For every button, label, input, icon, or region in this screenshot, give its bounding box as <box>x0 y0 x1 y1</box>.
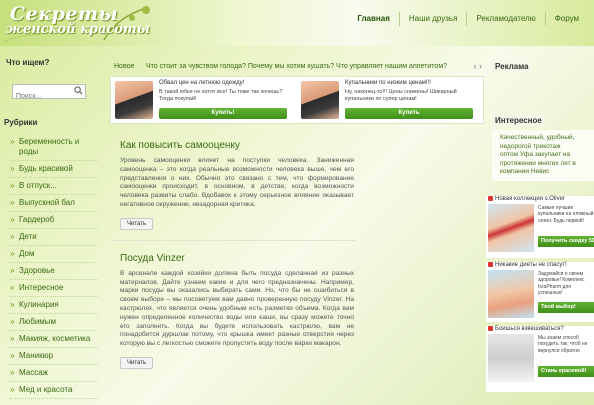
header: Секреты женской красоты Главная Наши дру… <box>0 0 594 46</box>
main-nav: Главная Наши друзья Рекламодателю Форум <box>348 12 588 26</box>
teaser-badge-icon <box>488 326 493 331</box>
buy-button[interactable]: Купить! <box>159 108 287 119</box>
rubric-item[interactable]: В отпуск... <box>10 178 98 195</box>
ad-space <box>492 74 594 110</box>
news-ticker: Новое Что стоит за чувством голода? Поче… <box>110 60 482 74</box>
ticker-link[interactable]: Что стоит за чувством голода? Почему мы … <box>146 63 447 70</box>
teaser-desc: Самые лучшие купальники на пляжный сезон… <box>538 205 594 224</box>
teaser-block[interactable]: Новая коллекция s.Oliver Самые лучшие ку… <box>486 196 594 258</box>
read-more-button[interactable]: Читать <box>120 356 154 369</box>
rubrics-heading: Рубрики <box>4 118 38 127</box>
ad-bar: Обвал цен на летнюю одежду! В такой юбке… <box>110 76 484 124</box>
rubric-item[interactable]: Любимым <box>10 314 98 331</box>
buy-button[interactable]: Купить <box>345 108 473 119</box>
right-sidebar: Реклама Интересное Качественный, удобный… <box>492 56 594 181</box>
search-label: Что ищем? <box>6 58 50 67</box>
teaser-image[interactable] <box>488 204 534 252</box>
nav-forum[interactable]: Форум <box>544 12 588 26</box>
teaser-title-text[interactable]: Новая коллекция s.Oliver <box>495 196 565 202</box>
logo-line2: женской красоты <box>6 22 150 37</box>
ad-image[interactable] <box>115 81 153 119</box>
rubric-item[interactable]: Будь красивой <box>10 161 98 178</box>
rubric-item[interactable]: Массаж <box>10 365 98 382</box>
rubric-item[interactable]: Беременность и роды <box>10 134 98 161</box>
site-logo[interactable]: Секреты женской красоты <box>4 2 154 44</box>
ad-desc: В такой юбке не хотят все! Ты тоже так х… <box>159 89 283 102</box>
teaser-button[interactable]: Стань красивой! <box>538 366 594 377</box>
rubric-item[interactable]: Дети <box>10 229 98 246</box>
rubrics-list: Беременность и роды Будь красивой В отпу… <box>10 134 98 399</box>
rubric-item[interactable]: Дом <box>10 246 98 263</box>
teaser-desc: Задумайся о своем здоровье! Комплекс Isr… <box>538 271 585 297</box>
teaser-block[interactable]: Боишься взвешиваться? Мы знаем способ по… <box>486 326 594 392</box>
post-divider <box>110 239 356 241</box>
rubric-item[interactable]: Интересное <box>10 280 98 297</box>
rubric-item[interactable]: Выпускной бал <box>10 195 98 212</box>
ticker-arrows-icon[interactable]: ‹ › <box>474 61 483 71</box>
ticker-new-label: Новое <box>114 63 135 70</box>
search-box <box>12 84 86 103</box>
ad-block[interactable]: Купальники по низким ценам!!! Ну, наконе… <box>297 77 480 123</box>
post-title[interactable]: Посуда Vinzer <box>120 253 356 264</box>
rubric-item[interactable]: Макияж, косметика <box>10 331 98 348</box>
teaser-image[interactable] <box>488 334 534 382</box>
post-text: Уровень самооценки влияет на поступки че… <box>120 157 354 208</box>
teaser-title[interactable]: Боишься взвешиваться? <box>488 326 564 332</box>
ad-image[interactable] <box>301 81 339 119</box>
post-title[interactable]: Как повысить самооценку <box>120 140 356 151</box>
nav-home[interactable]: Главная <box>348 12 399 26</box>
rubric-item[interactable]: Маникюр <box>10 348 98 365</box>
interesting-box: Качественный, удобный, недорогой трикота… <box>492 130 594 181</box>
ad-title[interactable]: Купальники по низким ценам!!! <box>345 80 431 86</box>
teaser-image[interactable] <box>488 270 534 318</box>
read-more-button[interactable]: Читать <box>120 217 154 230</box>
teaser-badge-icon <box>488 196 493 201</box>
teaser-button[interactable]: Получить скидку 50 <box>538 236 594 247</box>
teaser-block[interactable]: Никакие диеты не спасут! Задумайся о сво… <box>486 262 594 322</box>
rubric-item[interactable]: Гардероб <box>10 212 98 229</box>
rubric-item[interactable]: Здоровье <box>10 263 98 280</box>
teaser-title-text[interactable]: Никакие диеты не спасут! <box>495 262 567 268</box>
search-input[interactable] <box>13 90 75 103</box>
interesting-text[interactable]: Качественный, удобный, недорогой трикота… <box>492 130 588 181</box>
interesting-heading: Интересное <box>492 114 545 127</box>
rubric-item[interactable]: Мед и красота <box>10 382 98 399</box>
teaser-title[interactable]: Новая коллекция s.Oliver <box>488 196 565 202</box>
rubric-item[interactable]: Кулинария <box>10 297 98 314</box>
ad-block[interactable]: Обвал цен на летнюю одежду! В такой юбке… <box>111 77 294 123</box>
teaser-desc: Мы знаем способ похудеть так, чтоб не ве… <box>538 335 588 354</box>
nav-advertisers[interactable]: Рекламодателю <box>466 12 544 26</box>
ads-heading: Реклама <box>492 60 532 73</box>
search-icon[interactable] <box>74 86 83 95</box>
teaser-badge-icon <box>488 262 493 267</box>
nav-friends[interactable]: Наши друзья <box>398 12 467 26</box>
teaser-button[interactable]: Твой выбор! <box>538 302 594 313</box>
ad-desc: Ну, наконец-то!!! Цены снижены! Шикарный… <box>345 89 457 102</box>
post-text: В арсенале каждой хозяйки должна быть по… <box>120 269 354 348</box>
main-content: Как повысить самооценку Уровень самооцен… <box>110 128 356 369</box>
teaser-title[interactable]: Никакие диеты не спасут! <box>488 262 567 268</box>
teaser-title-text[interactable]: Боишься взвешиваться? <box>495 326 564 332</box>
ad-title[interactable]: Обвал цен на летнюю одежду! <box>159 80 244 86</box>
